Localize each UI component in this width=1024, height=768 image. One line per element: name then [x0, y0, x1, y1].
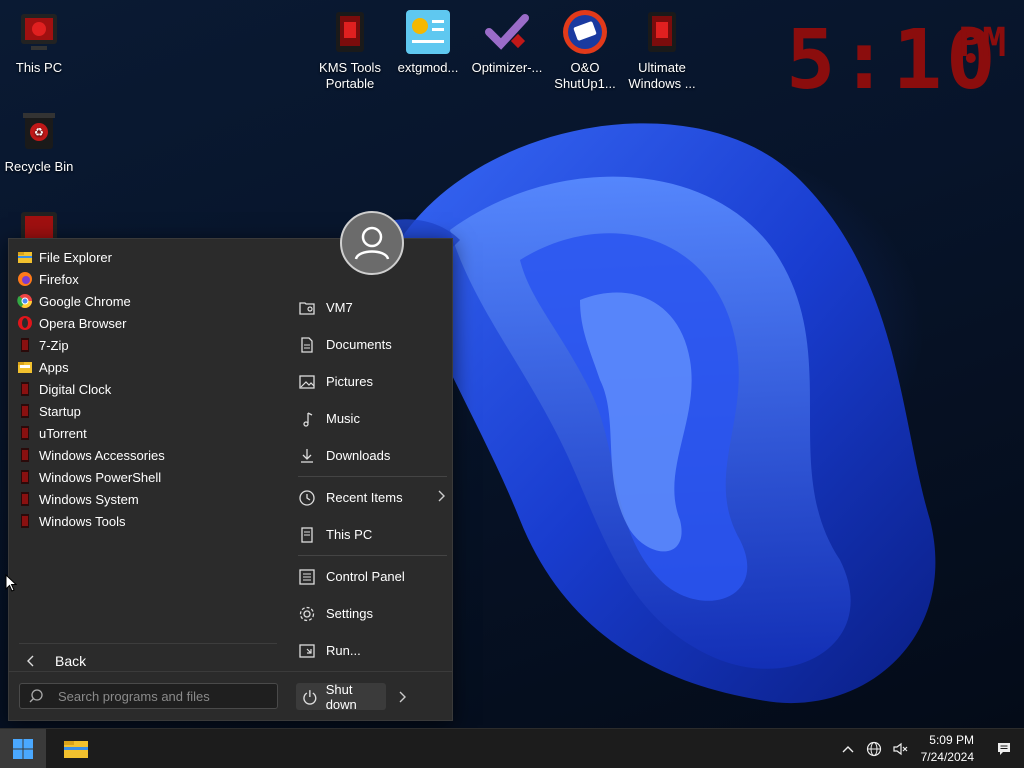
opera-icon — [18, 316, 32, 330]
folder-red-icon — [21, 492, 29, 506]
desktop-digital-clock: 5:10 PM — [786, 16, 1024, 106]
folder-icon — [64, 741, 88, 758]
shut-down-options-button[interactable] — [392, 683, 412, 710]
place-downloads[interactable]: Downloads — [292, 437, 447, 474]
shut-down-button[interactable]: Shut down — [296, 682, 386, 712]
mouse-cursor-icon — [5, 574, 17, 592]
recycle-bin-icon: ♻ — [23, 113, 55, 149]
picture-icon — [299, 374, 315, 389]
desktop-icon-this-pc[interactable]: This PC — [0, 8, 78, 76]
firefox-icon — [18, 272, 32, 286]
folder-red-icon — [21, 448, 29, 462]
user-folder-icon — [299, 301, 315, 315]
place-vm7[interactable]: VM7 — [292, 289, 447, 326]
music-icon — [303, 411, 313, 427]
run-icon — [299, 643, 315, 658]
chevron-right-icon — [437, 490, 445, 505]
user-icon — [354, 226, 390, 260]
program-digital-clock[interactable]: Digital Clock — [17, 378, 282, 400]
optimizer-icon — [485, 14, 529, 50]
desktop-icon-optimizer[interactable]: Optimizer-... — [468, 8, 546, 76]
desktop-icon-ultimate-windows[interactable]: Ultimate Windows ... — [623, 8, 701, 92]
program-windows-powershell[interactable]: Windows PowerShell — [17, 466, 282, 488]
desktop-icon-recycle-bin[interactable]: ♻ Recycle Bin — [0, 107, 78, 175]
search-input[interactable] — [58, 688, 258, 704]
notification-button[interactable] — [984, 729, 1024, 768]
chevron-right-icon — [399, 691, 406, 702]
separator — [9, 671, 452, 672]
folder-yellow-icon — [18, 362, 32, 373]
document-icon — [301, 336, 313, 353]
desktop-icon-kms-tools[interactable]: KMS Tools Portable — [311, 8, 389, 92]
power-icon — [303, 689, 317, 705]
file-explorer-icon — [18, 252, 32, 263]
chevron-left-icon — [27, 655, 34, 666]
start-button[interactable] — [0, 729, 46, 768]
folder-red-icon — [21, 404, 29, 418]
program-utorrent[interactable]: uTorrent — [17, 422, 282, 444]
program-apps[interactable]: Apps — [17, 356, 282, 378]
folder-red-icon — [21, 470, 29, 484]
taskbar-clock[interactable]: 5:09 PM 7/24/2024 — [921, 732, 974, 766]
settings-gear-icon — [299, 606, 315, 621]
folder-red-icon — [21, 426, 29, 440]
search-box[interactable] — [19, 683, 278, 709]
windows-logo-icon — [13, 739, 33, 759]
desktop-icon-extgmod[interactable]: extgmod... — [389, 8, 467, 76]
chevron-up-icon[interactable] — [839, 740, 857, 758]
separator — [298, 555, 447, 556]
kms-tools-icon — [336, 12, 364, 52]
this-pc-icon — [21, 14, 57, 50]
clock-ampm: PM — [958, 20, 1007, 66]
clock-icon — [299, 489, 315, 506]
place-pictures[interactable]: Pictures — [292, 363, 447, 400]
place-control-panel[interactable]: Control Panel — [292, 558, 447, 595]
ultimate-windows-icon — [648, 12, 676, 52]
places-pane: VM7 Documents Pictures Music Downloads R… — [292, 289, 447, 669]
taskbar-file-explorer[interactable] — [54, 729, 98, 768]
program-opera-browser[interactable]: Opera Browser — [17, 312, 282, 334]
taskbar-time: 5:09 PM — [929, 733, 974, 747]
program-windows-tools[interactable]: Windows Tools — [17, 510, 282, 532]
system-tray: 5:09 PM 7/24/2024 — [835, 729, 1024, 768]
chrome-icon — [17, 294, 32, 308]
program-startup[interactable]: Startup — [17, 400, 282, 422]
program-list: File Explorer Firefox Google Chrome Oper… — [17, 246, 282, 532]
program-windows-system[interactable]: Windows System — [17, 488, 282, 510]
separator — [298, 476, 447, 477]
network-globe-icon[interactable] — [865, 740, 883, 758]
place-recent-items[interactable]: Recent Items — [292, 479, 447, 516]
program-firefox[interactable]: Firefox — [17, 268, 282, 290]
oo-shutup-icon — [563, 10, 607, 54]
folder-red-icon — [21, 514, 29, 528]
svg-text:♻: ♻ — [34, 126, 44, 139]
user-avatar[interactable] — [340, 211, 404, 275]
place-settings[interactable]: Settings — [292, 595, 447, 632]
taskbar: 5:09 PM 7/24/2024 — [0, 728, 1024, 768]
desktop: This PC ♻ Recycle Bin KMS Tools Portable… — [0, 0, 1024, 728]
back-button[interactable]: Back — [19, 643, 277, 669]
program-windows-accessories[interactable]: Windows Accessories — [17, 444, 282, 466]
control-panel-icon — [299, 568, 315, 585]
search-icon — [29, 689, 43, 703]
folder-red-icon — [21, 338, 29, 352]
place-music[interactable]: Music — [292, 400, 447, 437]
computer-icon — [301, 526, 313, 543]
extgmod-icon — [406, 10, 450, 54]
notification-icon — [998, 743, 1010, 755]
taskbar-date: 7/24/2024 — [920, 750, 974, 764]
download-icon — [301, 448, 313, 463]
start-menu: File Explorer Firefox Google Chrome Oper… — [8, 211, 453, 721]
place-documents[interactable]: Documents — [292, 326, 447, 363]
program-7-zip[interactable]: 7-Zip — [17, 334, 282, 356]
desktop-icon-oo-shutup[interactable]: O&O ShutUp1... — [546, 8, 624, 92]
program-google-chrome[interactable]: Google Chrome — [17, 290, 282, 312]
place-this-pc[interactable]: This PC — [292, 516, 447, 553]
speaker-muted-icon[interactable] — [891, 740, 909, 758]
place-run[interactable]: Run... — [292, 632, 447, 669]
program-file-explorer[interactable]: File Explorer — [17, 246, 282, 268]
folder-red-icon — [21, 382, 29, 396]
